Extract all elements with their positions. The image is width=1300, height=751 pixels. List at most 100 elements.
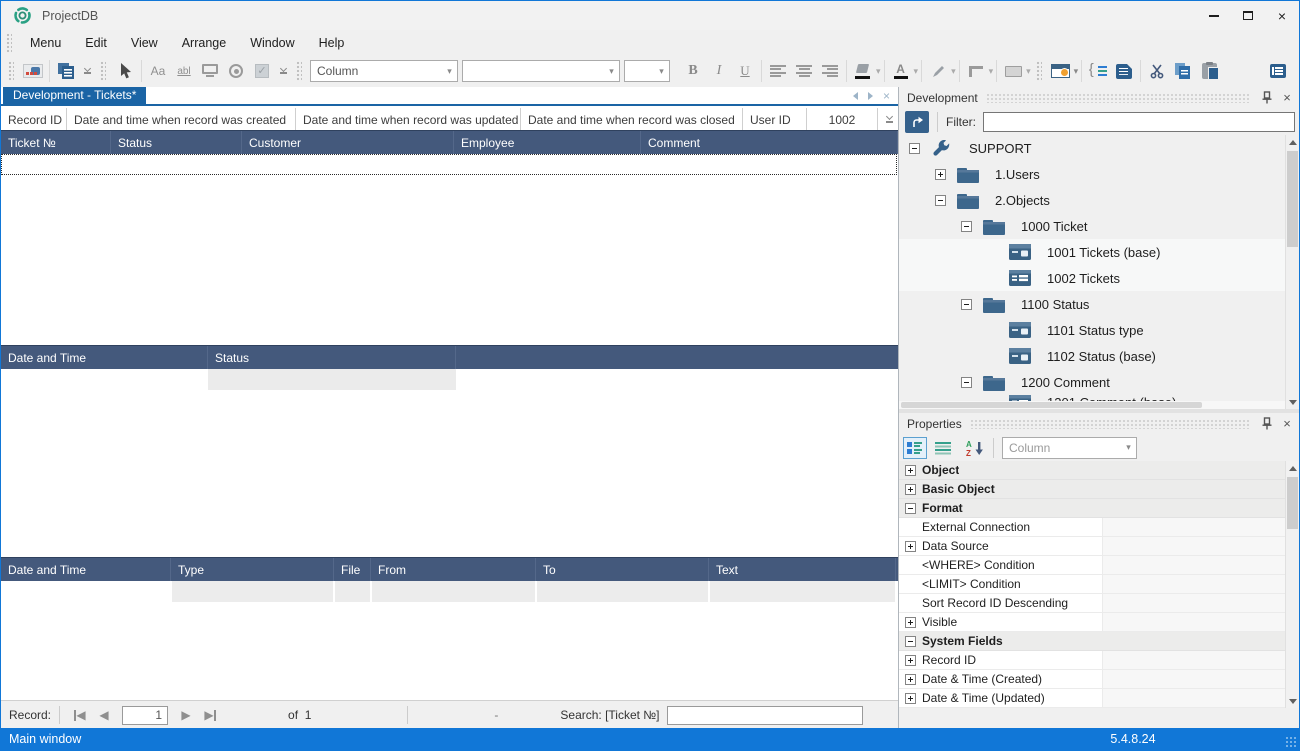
bold-button[interactable]: B bbox=[680, 58, 706, 84]
messages-grid-body[interactable] bbox=[1, 602, 898, 700]
property-row[interactable]: Sort Record ID Descending bbox=[899, 594, 1285, 613]
record-number-input[interactable] bbox=[122, 706, 168, 725]
toolbar-overflow-chevron[interactable] bbox=[277, 68, 289, 74]
expander-icon[interactable] bbox=[961, 377, 972, 388]
close-icon[interactable]: × bbox=[1279, 90, 1295, 105]
expander-icon[interactable] bbox=[961, 221, 972, 232]
expander-icon[interactable] bbox=[935, 169, 946, 180]
properties-vertical-scrollbar[interactable] bbox=[1285, 461, 1299, 708]
scrollbar-thumb[interactable] bbox=[1287, 477, 1298, 529]
datasource-icon[interactable] bbox=[20, 58, 46, 84]
chevron-down-icon[interactable]: ▾ bbox=[1074, 66, 1079, 77]
property-category[interactable]: Object bbox=[899, 461, 1285, 480]
tree-item[interactable]: 1101 Status type bbox=[899, 317, 1285, 343]
tree-item[interactable]: 1001 Tickets (base) bbox=[899, 239, 1285, 265]
property-category[interactable]: Basic Object bbox=[899, 480, 1285, 499]
expander-icon[interactable] bbox=[905, 636, 916, 647]
tree-item[interactable]: 2.Objects bbox=[899, 187, 1285, 213]
resize-grip[interactable] bbox=[1285, 736, 1297, 748]
property-value[interactable] bbox=[1102, 651, 1285, 669]
previous-record-button[interactable]: ◀ bbox=[92, 705, 116, 725]
expander-icon[interactable] bbox=[905, 465, 916, 476]
column-header[interactable]: Status bbox=[208, 346, 456, 369]
field-header-cell[interactable]: User ID bbox=[743, 108, 807, 131]
column-header[interactable]: Text bbox=[709, 558, 896, 581]
grid-cell[interactable] bbox=[537, 581, 708, 602]
tree-item[interactable]: 1000 Ticket bbox=[899, 213, 1285, 239]
last-record-button[interactable]: ▶ bbox=[198, 705, 222, 725]
property-value[interactable] bbox=[1102, 689, 1285, 707]
toolbar-grip[interactable] bbox=[1036, 61, 1042, 81]
expander-icon[interactable] bbox=[961, 299, 972, 310]
tickets-grid-new-row[interactable] bbox=[1, 154, 897, 175]
panel-drag-area[interactable] bbox=[970, 419, 1251, 429]
italic-button[interactable]: I bbox=[706, 58, 732, 84]
expander-icon[interactable] bbox=[905, 541, 916, 552]
column-header[interactable]: Customer bbox=[242, 131, 454, 154]
property-row[interactable]: External Connection bbox=[899, 518, 1285, 537]
align-right-icon[interactable] bbox=[817, 58, 843, 84]
apply-filter-button[interactable] bbox=[905, 111, 929, 133]
property-row[interactable]: Record ID bbox=[899, 651, 1285, 670]
column-header[interactable]: Date and Time bbox=[1, 346, 208, 369]
panel-drag-area[interactable] bbox=[986, 93, 1251, 103]
tree-item[interactable]: 1102 Status (base) bbox=[899, 343, 1285, 369]
column-style-combo[interactable]: Column ▾ bbox=[310, 60, 458, 82]
property-value[interactable] bbox=[1102, 518, 1285, 536]
tree-item[interactable]: 1100 Status bbox=[899, 291, 1285, 317]
save-icon[interactable] bbox=[1111, 58, 1137, 84]
menu-item-arrange[interactable]: Arrange bbox=[170, 30, 238, 55]
tab-scroll-right-icon[interactable] bbox=[868, 92, 873, 100]
pin-icon[interactable] bbox=[1259, 91, 1275, 104]
minimize-button[interactable] bbox=[1197, 1, 1231, 30]
tab-close-icon[interactable]: × bbox=[883, 90, 890, 102]
chevron-down-icon[interactable]: ▾ bbox=[951, 66, 956, 77]
search-input[interactable] bbox=[667, 706, 863, 725]
braces-list-icon[interactable] bbox=[1085, 58, 1111, 84]
font-color-icon[interactable] bbox=[888, 58, 914, 84]
tree-item[interactable]: 1200 Comment bbox=[899, 369, 1285, 395]
form-badge-icon[interactable] bbox=[1048, 58, 1074, 84]
property-row[interactable]: Date & Time (Updated) bbox=[899, 689, 1285, 708]
textbox-icon[interactable]: abl bbox=[171, 58, 197, 84]
tab-development-tickets[interactable]: Development - Tickets* bbox=[3, 87, 146, 104]
scroll-down-icon[interactable] bbox=[1286, 694, 1299, 708]
column-header[interactable]: Comment bbox=[641, 131, 898, 154]
expander-icon[interactable] bbox=[935, 195, 946, 206]
scroll-up-icon[interactable] bbox=[1286, 135, 1299, 149]
menu-item-menu[interactable]: Menu bbox=[18, 30, 73, 55]
tree-item[interactable]: 1002 Tickets bbox=[899, 265, 1285, 291]
tickets-grid-body[interactable] bbox=[1, 175, 898, 345]
property-category[interactable]: Format bbox=[899, 499, 1285, 518]
toolbar-grip[interactable] bbox=[100, 61, 106, 81]
status-log-grid-body[interactable] bbox=[1, 390, 898, 557]
close-button[interactable]: × bbox=[1265, 1, 1299, 30]
chevron-down-icon[interactable]: ▾ bbox=[989, 66, 994, 77]
column-header[interactable]: To bbox=[536, 558, 709, 581]
font-name-combo[interactable]: ▾ bbox=[462, 60, 620, 82]
field-header-cell[interactable]: Record ID bbox=[1, 108, 67, 131]
pin-icon[interactable] bbox=[1259, 417, 1275, 430]
chevron-down-icon[interactable]: ▾ bbox=[914, 66, 919, 77]
align-left-icon[interactable] bbox=[765, 58, 791, 84]
first-record-button[interactable]: ◀ bbox=[68, 705, 92, 725]
font-size-combo[interactable]: ▾ bbox=[624, 60, 670, 82]
font-style-icon[interactable]: Aa bbox=[145, 58, 171, 84]
list-view-icon[interactable] bbox=[931, 437, 955, 459]
column-header[interactable]: Status bbox=[111, 131, 242, 154]
memo-icon[interactable] bbox=[1265, 58, 1291, 84]
menu-item-edit[interactable]: Edit bbox=[73, 30, 119, 55]
menu-item-help[interactable]: Help bbox=[307, 30, 357, 55]
properties-object-combo[interactable]: Column ▾ bbox=[1002, 437, 1137, 459]
property-value[interactable] bbox=[1102, 670, 1285, 688]
property-value[interactable] bbox=[1102, 537, 1285, 555]
maximize-button[interactable] bbox=[1231, 1, 1265, 30]
toolbar-grip[interactable] bbox=[296, 61, 302, 81]
property-row[interactable]: <WHERE> Condition bbox=[899, 556, 1285, 575]
next-record-button[interactable]: ▶ bbox=[174, 705, 198, 725]
align-center-icon[interactable] bbox=[791, 58, 817, 84]
checkbox-icon[interactable] bbox=[249, 58, 275, 84]
toolbar-overflow-chevron[interactable] bbox=[81, 68, 93, 74]
sort-az-icon[interactable]: AZ bbox=[963, 437, 987, 459]
tree-item[interactable]: SUPPORT bbox=[899, 135, 1285, 161]
